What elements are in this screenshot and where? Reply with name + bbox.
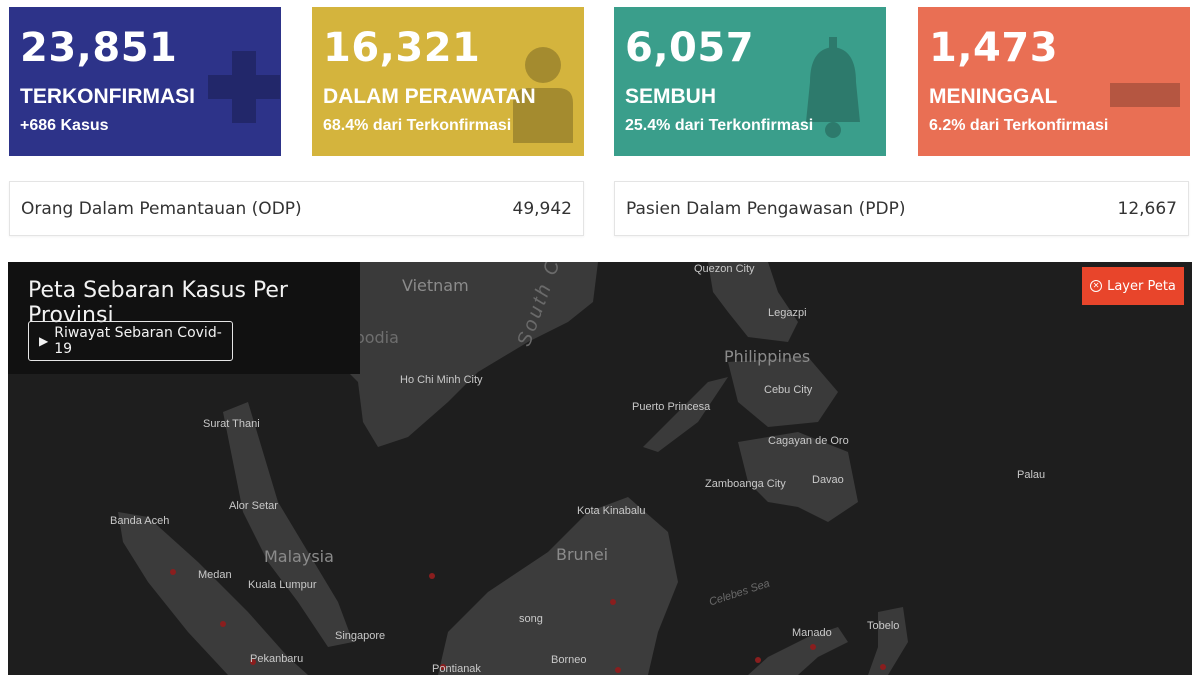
label-kuala-lumpur: Kuala Lumpur xyxy=(248,579,317,591)
confirmed-card[interactable]: 23,851 TERKONFIRMASI +686 Kasus xyxy=(9,7,281,156)
deaths-count: 1,473 xyxy=(929,25,1059,71)
label-malaysia: Malaysia xyxy=(264,547,334,566)
label-kota-kinabalu: Kota Kinabalu xyxy=(577,505,646,517)
pdp-label: Pasien Dalam Pengawasan (PDP) xyxy=(626,199,906,219)
map-header-panel: Peta Sebaran Kasus Per Provinsi ▶ Riwaya… xyxy=(8,262,360,374)
treatment-sub: 68.4% dari Terkonfirmasi xyxy=(323,117,512,134)
treatment-label: DALAM PERAWATAN xyxy=(323,85,536,108)
pdp-row: Pasien Dalam Pengawasan (PDP) 12,667 xyxy=(614,181,1189,236)
plus-icon xyxy=(208,51,280,123)
label-cebu: Cebu City xyxy=(764,384,813,396)
treatment-card[interactable]: 16,321 DALAM PERAWATAN 68.4% dari Terkon… xyxy=(312,7,584,156)
pdp-value: 12,667 xyxy=(1117,199,1177,219)
label-pontianak: Pontianak xyxy=(432,663,481,675)
recovered-card[interactable]: 6,057 SEMBUH 25.4% dari Terkonfirmasi xyxy=(614,7,886,156)
label-davao: Davao xyxy=(812,474,844,486)
treatment-count: 16,321 xyxy=(323,25,481,71)
deaths-label: MENINGGAL xyxy=(929,85,1058,108)
label-philippines: Philippines xyxy=(724,347,811,366)
minus-icon xyxy=(1110,83,1180,107)
layer-button[interactable]: ✕ Layer Peta xyxy=(1082,267,1184,305)
label-borneo: Borneo xyxy=(551,654,587,666)
history-button-label: Riwayat Sebaran Covid-19 xyxy=(54,325,222,357)
play-icon: ▶ xyxy=(39,334,49,348)
layer-button-label: Layer Peta xyxy=(1107,278,1176,294)
label-alor-setar: Alor Setar xyxy=(229,500,278,512)
close-circle-icon: ✕ xyxy=(1090,280,1103,292)
label-legazpi: Legazpi xyxy=(768,307,807,319)
confirmed-sub: +686 Kasus xyxy=(20,117,109,134)
label-banda-aceh: Banda Aceh xyxy=(110,515,170,527)
label-singapore: Singapore xyxy=(335,630,386,642)
label-brunei: Brunei xyxy=(556,545,609,564)
covid-map[interactable]: Vietnam Cambodia Philippines Malaysia Br… xyxy=(8,262,1192,675)
label-quezon-city: Quezon City xyxy=(694,263,755,275)
confirmed-label: TERKONFIRMASI xyxy=(20,85,195,108)
odp-row: Orang Dalam Pemantauan (ODP) 49,942 xyxy=(9,181,584,236)
label-tobelo: Tobelo xyxy=(867,620,900,632)
label-song: song xyxy=(519,613,543,625)
label-zamboanga: Zamboanga City xyxy=(705,478,786,490)
label-cagayan: Cagayan de Oro xyxy=(768,435,849,447)
deaths-sub: 6.2% dari Terkonfirmasi xyxy=(929,117,1109,134)
odp-value: 49,942 xyxy=(512,199,572,219)
deaths-card[interactable]: 1,473 MENINGGAL 6.2% dari Terkonfirmasi xyxy=(918,7,1190,156)
history-button[interactable]: ▶ Riwayat Sebaran Covid-19 xyxy=(28,321,233,361)
label-puerto-princesa: Puerto Princesa xyxy=(632,401,711,413)
confirmed-count: 23,851 xyxy=(20,25,178,71)
label-medan: Medan xyxy=(198,569,232,581)
label-surat-thani: Surat Thani xyxy=(203,418,260,430)
label-palau: Palau xyxy=(1017,469,1046,481)
recovered-label: SEMBUH xyxy=(625,85,717,108)
label-vietnam: Vietnam xyxy=(402,276,469,295)
label-pekanbaru: Pekanbaru xyxy=(250,653,304,665)
odp-label: Orang Dalam Pemantauan (ODP) xyxy=(21,199,302,219)
label-manado: Manado xyxy=(792,627,832,639)
label-ho-chi-minh: Ho Chi Minh City xyxy=(400,374,483,386)
recovered-sub: 25.4% dari Terkonfirmasi xyxy=(625,117,814,134)
recovered-count: 6,057 xyxy=(625,25,755,71)
